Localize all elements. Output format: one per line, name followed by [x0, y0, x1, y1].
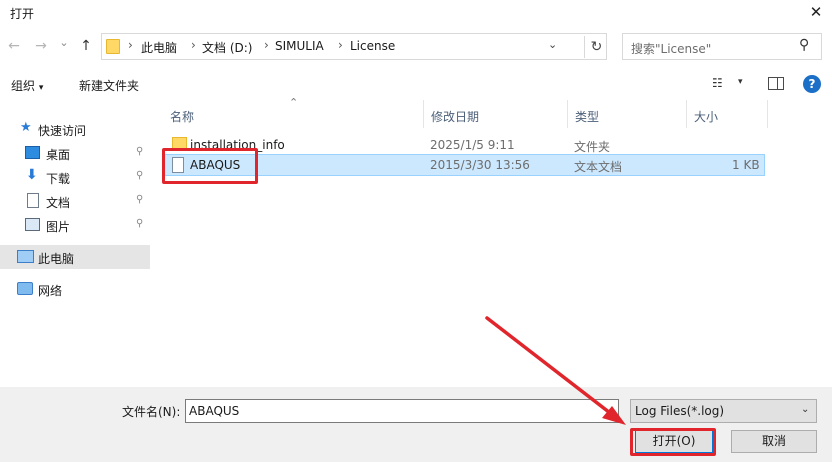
pin-icon[interactable]: ⚲: [136, 218, 143, 229]
pin-icon[interactable]: ⚲: [136, 146, 143, 157]
folder-icon: [106, 39, 120, 54]
filetype-value: Log Files(*.log): [635, 404, 725, 418]
network-icon: [17, 282, 33, 295]
breadcrumb-drive-d[interactable]: 文档 (D:): [202, 39, 252, 56]
sidebar-item-documents[interactable]: 文档 ⚲: [0, 189, 150, 213]
column-header-date[interactable]: 修改日期: [431, 108, 479, 125]
sidebar-item-downloads[interactable]: ⬇ 下载 ⚲: [0, 165, 150, 189]
column-header-size[interactable]: 大小: [694, 108, 718, 125]
sidebar-item-network[interactable]: 网络: [0, 277, 150, 301]
picture-icon: [25, 218, 40, 231]
forward-arrow-icon[interactable]: →: [31, 36, 51, 56]
help-icon[interactable]: ?: [803, 75, 821, 93]
download-arrow-icon: ⬇: [26, 167, 38, 183]
navigation-pane: ★ 快速访问 桌面 ⚲ ⬇ 下载 ⚲ 文档 ⚲ 图片 ⚲ 此电脑 网络: [0, 100, 152, 387]
address-bar[interactable]: › 此电脑 › 文档 (D:) › SIMULIA › License ⌄ ↻: [101, 33, 607, 60]
refresh-icon[interactable]: ↻: [584, 36, 608, 58]
column-header-name[interactable]: 名称: [170, 108, 194, 125]
sidebar-item-pictures[interactable]: 图片 ⚲: [0, 213, 150, 237]
search-input[interactable]: 搜索"License" ⚲: [622, 33, 822, 60]
window-title: 打开: [10, 7, 35, 21]
view-options-icon[interactable]: ☷: [712, 76, 723, 90]
column-divider[interactable]: [567, 100, 568, 128]
view-dropdown-icon[interactable]: ▾: [738, 77, 743, 87]
breadcrumb-separator-icon: ›: [338, 38, 343, 52]
preview-pane-icon[interactable]: [768, 77, 784, 90]
star-icon: ★: [20, 120, 32, 135]
cancel-button[interactable]: 取消: [731, 430, 817, 453]
close-icon[interactable]: ✕: [805, 2, 827, 22]
breadcrumb-simulia[interactable]: SIMULIA: [275, 39, 324, 53]
breadcrumb-this-pc[interactable]: 此电脑: [141, 39, 177, 56]
new-folder-button[interactable]: 新建文件夹: [79, 77, 139, 94]
file-date: 2025/1/5 9:11: [430, 138, 515, 152]
organize-button[interactable]: 组织 ▾: [11, 77, 43, 94]
sidebar-item-quick-access[interactable]: ★ 快速访问: [0, 117, 150, 141]
column-divider[interactable]: [686, 100, 687, 128]
column-divider[interactable]: [423, 100, 424, 128]
file-type: 文件夹: [574, 140, 611, 154]
computer-icon: [17, 250, 34, 263]
highlight-box-open: [630, 428, 716, 456]
column-divider[interactable]: [767, 100, 768, 128]
recent-locations-icon[interactable]: ⌄: [54, 33, 74, 53]
column-header-type[interactable]: 类型: [575, 108, 599, 125]
search-icon[interactable]: ⚲: [799, 37, 809, 53]
filename-label: 文件名(N):: [122, 405, 181, 419]
sidebar-item-this-pc[interactable]: 此电脑: [0, 245, 150, 269]
back-arrow-icon[interactable]: ←: [4, 36, 24, 56]
file-date: 2015/3/30 13:56: [430, 158, 530, 172]
address-dropdown-icon[interactable]: ⌄: [548, 38, 557, 51]
filename-input[interactable]: [185, 399, 619, 423]
pin-icon[interactable]: ⚲: [136, 194, 143, 205]
breadcrumb-separator-icon: ›: [128, 38, 133, 52]
up-arrow-icon[interactable]: ↑: [76, 36, 96, 56]
filetype-select[interactable]: Log Files(*.log) ⌄: [630, 399, 817, 423]
search-placeholder: 搜索"License": [631, 42, 712, 56]
file-type: 文本文档: [574, 160, 623, 174]
caret-down-icon: ▾: [38, 83, 44, 93]
document-icon: [27, 193, 39, 208]
breadcrumb-separator-icon: ›: [264, 38, 269, 52]
sidebar-item-desktop[interactable]: 桌面 ⚲: [0, 141, 150, 165]
file-list: ⌃ 名称 修改日期 类型 大小 installation_info 2025/1…: [152, 96, 832, 387]
breadcrumb-separator-icon: ›: [191, 38, 196, 52]
sort-ascending-icon: ⌃: [289, 96, 299, 109]
toolbar: 组织 ▾ 新建文件夹 ☷ ▾ ?: [0, 70, 832, 98]
desktop-icon: [25, 146, 40, 159]
pin-icon[interactable]: ⚲: [136, 170, 143, 181]
breadcrumb-license[interactable]: License: [350, 39, 395, 53]
highlight-box-abaqus: [162, 148, 258, 184]
title-bar: 打开 ✕: [0, 0, 832, 26]
chevron-down-icon: ⌄: [801, 404, 810, 415]
file-size: 1 KB: [732, 158, 760, 172]
